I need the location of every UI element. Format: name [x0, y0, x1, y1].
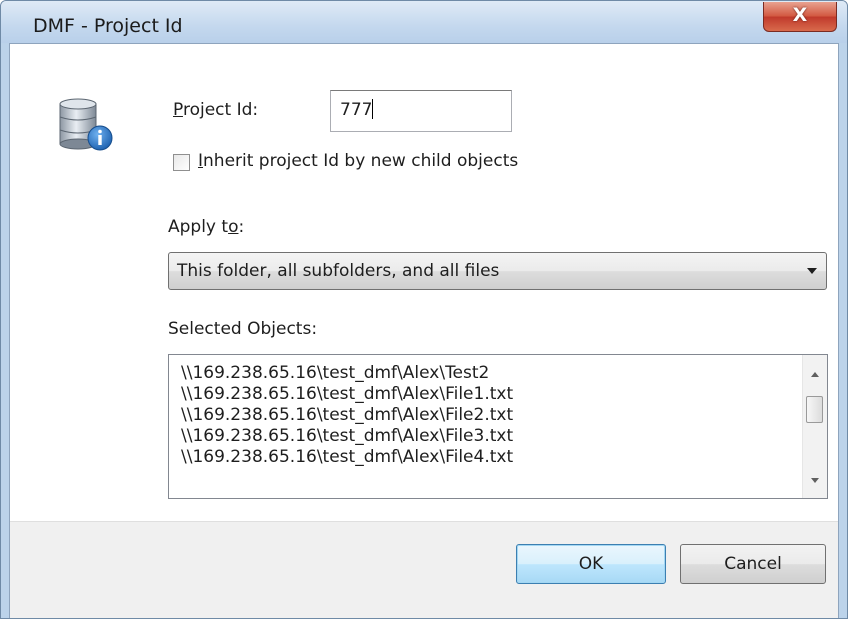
text-caret	[372, 99, 374, 119]
chevron-down-icon[interactable]	[807, 268, 817, 274]
list-item[interactable]: \\169.238.65.16\test_dmf\Alex\Test2	[181, 363, 513, 384]
list-item[interactable]: \\169.238.65.16\test_dmf\Alex\File3.txt	[181, 426, 513, 447]
vertical-scrollbar[interactable]	[802, 355, 827, 498]
close-icon: X	[792, 4, 808, 26]
scroll-up-arrow-icon[interactable]	[811, 372, 819, 377]
apply-to-label: Apply to:	[168, 217, 245, 237]
list-item[interactable]: \\169.238.65.16\test_dmf\Alex\File4.txt	[181, 447, 513, 468]
selected-objects-label: Selected Objects:	[168, 319, 318, 339]
project-id-input[interactable]: 777	[330, 90, 512, 132]
inherit-project-id-label[interactable]: Inherit project Id by new child objects	[198, 151, 518, 171]
selected-objects-list[interactable]: \\169.238.65.16\test_dmf\Alex\Test2 \\16…	[168, 354, 828, 499]
apply-to-dropdown[interactable]: This folder, all subfolders, and all fil…	[168, 252, 827, 290]
database-info-icon	[59, 98, 113, 151]
scroll-down-arrow-icon[interactable]	[811, 478, 819, 483]
window-title: DMF - Project Id	[33, 15, 183, 37]
dialog-window: DMF - Project Id X Project Id: 777 Inher…	[0, 0, 848, 619]
apply-to-selected-value: This folder, all subfolders, and all fil…	[177, 261, 500, 281]
scrollbar-thumb[interactable]	[806, 396, 823, 423]
project-id-label: Project Id:	[173, 100, 259, 120]
dialog-body: Project Id: 777 Inherit project Id by ne…	[10, 44, 838, 521]
ok-button[interactable]: OK	[516, 544, 666, 584]
cancel-button[interactable]: Cancel	[680, 544, 826, 584]
title-bar[interactable]: DMF - Project Id X	[1, 1, 847, 43]
list-item[interactable]: \\169.238.65.16\test_dmf\Alex\File2.txt	[181, 405, 513, 426]
inherit-project-id-checkbox[interactable]	[173, 154, 190, 171]
close-button[interactable]: X	[763, 2, 837, 32]
project-id-value: 777	[340, 100, 373, 120]
dialog-client-area: Project Id: 777 Inherit project Id by ne…	[9, 43, 839, 618]
list-item[interactable]: \\169.238.65.16\test_dmf\Alex\File1.txt	[181, 384, 513, 405]
